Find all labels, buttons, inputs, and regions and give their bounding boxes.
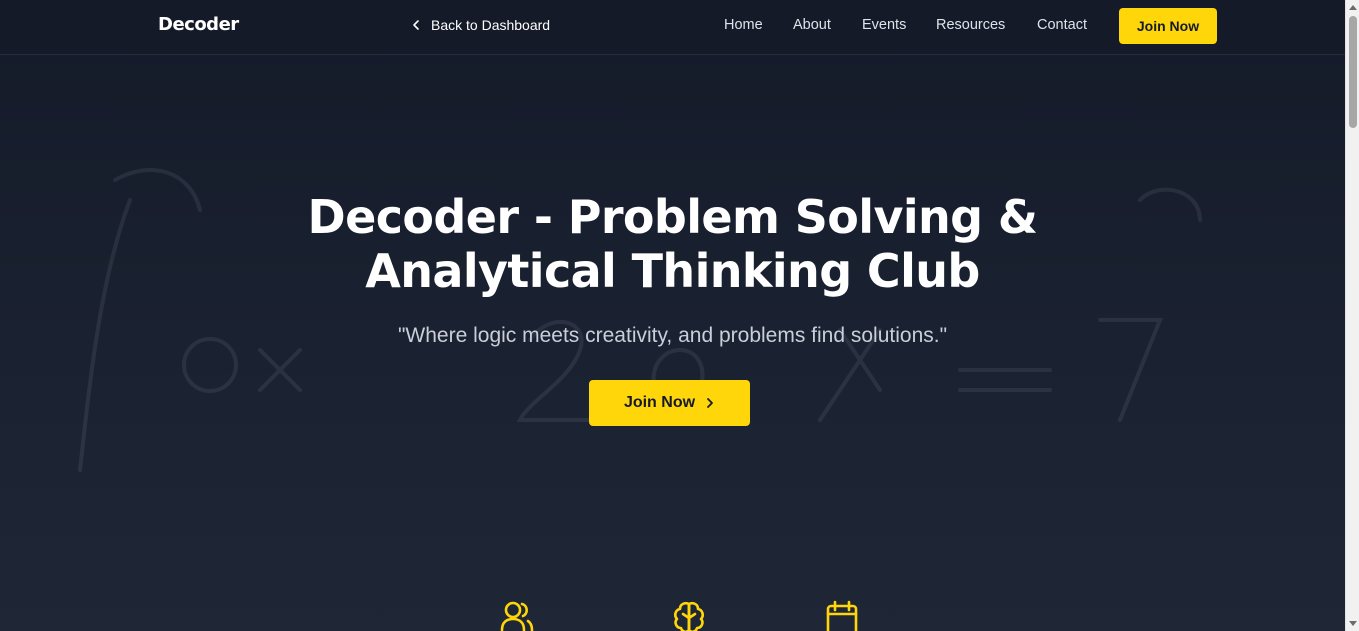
brand-logo[interactable]: Decoder [158,14,239,35]
back-to-dashboard-label: Back to Dashboard [431,17,551,33]
hero-title-line-2: Analytical Thinking Club [365,244,980,298]
hero-join-now-button[interactable]: Join Now [589,380,750,426]
nav-link-about[interactable]: About [793,17,831,33]
nav-link-home[interactable]: Home [724,17,763,33]
scroll-up-arrow-icon[interactable] [1349,5,1357,10]
top-navbar: Decoder Back to Dashboard Home About Eve… [0,0,1345,55]
brain-icon [674,601,704,631]
page: Decoder Back to Dashboard Home About Eve… [0,0,1345,631]
calendar-icon [826,600,858,631]
page-scrollbar[interactable] [1345,0,1359,631]
chevron-right-icon [707,398,713,408]
hero-title: Decoder - Problem Solving & Analytical T… [0,190,1345,298]
back-to-dashboard-link[interactable]: Back to Dashboard [410,17,550,33]
nav-link-resources[interactable]: Resources [936,17,1005,33]
scroll-down-arrow-icon[interactable] [1349,621,1357,626]
hero-title-line-1: Decoder - Problem Solving & [307,190,1038,244]
hero-subtitle: "Where logic meets creativity, and probl… [397,324,948,347]
nav-link-contact[interactable]: Contact [1037,17,1087,33]
scrollbar-thumb[interactable] [1349,16,1357,128]
hero-join-now-label: Join Now [623,394,696,411]
nav-link-events[interactable]: Events [862,17,906,33]
chevron-left-icon [413,20,419,30]
nav-join-now-button[interactable]: Join Now [1119,8,1217,44]
users-icon [500,601,534,631]
